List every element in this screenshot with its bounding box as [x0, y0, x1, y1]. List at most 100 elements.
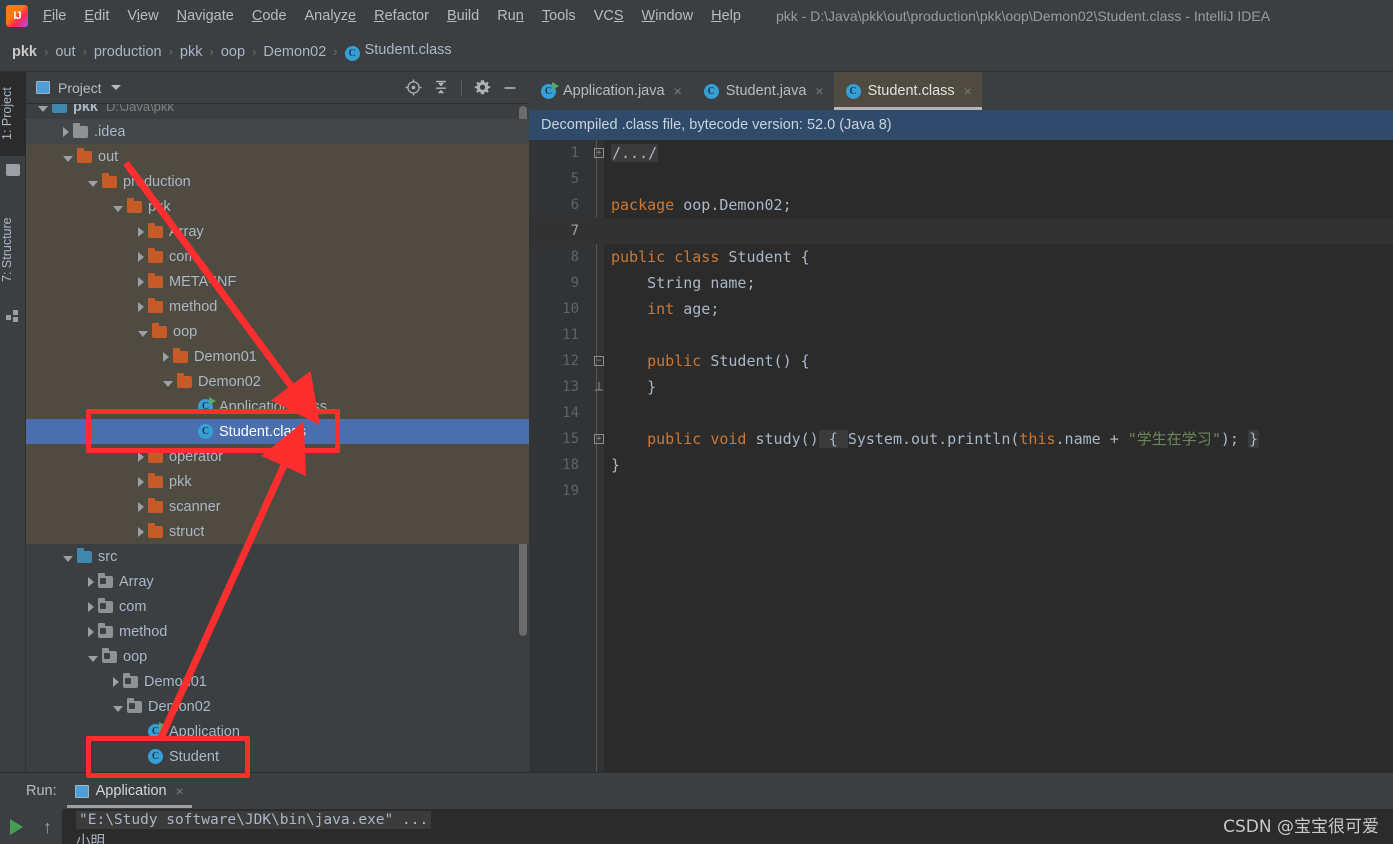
folded-code-region[interactable]: } — [1247, 430, 1259, 448]
chevron-right-icon[interactable] — [138, 301, 144, 312]
chevron-down-icon[interactable] — [88, 180, 98, 187]
chevron-right-icon[interactable] — [138, 451, 144, 462]
chevron-down-icon[interactable] — [163, 380, 173, 387]
locate-icon[interactable] — [400, 76, 426, 100]
close-icon[interactable]: × — [815, 83, 823, 99]
fold-expand-icon[interactable]: + — [594, 434, 604, 444]
scroll-up-icon[interactable]: ↑ — [43, 817, 52, 838]
code-line[interactable]: 5 — [529, 166, 1393, 192]
menu-item-navigate[interactable]: Navigate — [168, 5, 243, 27]
folded-code-region[interactable]: /.../ — [611, 144, 659, 162]
run-tab-application[interactable]: Application × — [66, 774, 192, 808]
tree-row[interactable]: META-INF — [26, 269, 529, 294]
chevron-down-icon[interactable] — [63, 555, 73, 562]
tree-row[interactable]: method — [26, 619, 529, 644]
console-output[interactable]: "E:\Study software\JDK\bin\java.exe" ...… — [62, 809, 1393, 844]
chevron-right-icon[interactable] — [138, 276, 144, 287]
code-line[interactable]: 1 + /.../ — [529, 140, 1393, 166]
code-line[interactable]: 7 — [529, 218, 1393, 244]
close-icon[interactable]: × — [176, 783, 184, 799]
tree-row[interactable]: com — [26, 244, 529, 269]
tree-row[interactable]: Demon02 — [26, 694, 529, 719]
breadcrumb-item-studentclass[interactable]: C Student.class — [344, 42, 452, 61]
tree-row[interactable]: struct — [26, 519, 529, 544]
menu-item-tools[interactable]: Tools — [533, 5, 585, 27]
tree-row[interactable]: oop — [26, 644, 529, 669]
tree-row[interactable]: .idea — [26, 119, 529, 144]
chevron-down-icon[interactable] — [113, 705, 123, 712]
folded-code-region[interactable]: { — [818, 430, 848, 448]
minimize-icon[interactable] — [497, 76, 523, 100]
chevron-right-icon[interactable] — [138, 501, 144, 512]
code-line[interactable]: 13 } — [529, 374, 1393, 400]
sidebar-item-project[interactable]: 1: Project — [0, 72, 26, 156]
menu-item-code[interactable]: Code — [243, 5, 296, 27]
chevron-down-icon[interactable] — [110, 85, 121, 90]
tree-row[interactable]: src — [26, 544, 529, 569]
tree-row[interactable]: Demon02 — [26, 369, 529, 394]
chevron-right-icon[interactable] — [113, 676, 119, 687]
structure-dots-icon[interactable] — [6, 310, 20, 322]
close-icon[interactable]: × — [964, 83, 972, 99]
menu-item-analyze[interactable]: Analyze — [296, 5, 366, 27]
code-line[interactable]: 18} — [529, 452, 1393, 478]
menu-item-edit[interactable]: Edit — [75, 5, 118, 27]
fold-expand-icon[interactable]: + — [594, 148, 604, 158]
menu-item-build[interactable]: Build — [438, 5, 488, 27]
breadcrumb-item-demon02[interactable]: Demon02 — [263, 44, 326, 60]
folder-icon[interactable] — [6, 164, 20, 176]
chevron-right-icon[interactable] — [138, 526, 144, 537]
tree-row[interactable]: pkk — [26, 469, 529, 494]
tree-row[interactable]: scanner — [26, 494, 529, 519]
chevron-down-icon[interactable] — [38, 105, 48, 112]
code-line[interactable]: 15 + public void study() { System.out.pri… — [529, 426, 1393, 452]
code-lines[interactable]: 1 + /.../ 5 6 package oop.Demon02; 7 8 public cl… — [529, 140, 1393, 504]
tree-row[interactable]: Array — [26, 219, 529, 244]
code-line[interactable]: 12 − public Student() { — [529, 348, 1393, 374]
breadcrumb-item-out[interactable]: out — [55, 44, 75, 60]
tree-row[interactable]: pkk — [26, 194, 529, 219]
chevron-right-icon[interactable] — [88, 601, 94, 612]
menu-item-run[interactable]: Run — [488, 5, 533, 27]
editor-tab-applicationjava[interactable]: C Application.java × — [529, 72, 692, 110]
tree-row[interactable]: oop — [26, 319, 529, 344]
editor-tab-studentjava[interactable]: C Student.java × — [691, 72, 834, 110]
code-viewport[interactable]: 1 + /.../ 5 6 package oop.Demon02; 7 8 public cl… — [529, 140, 1393, 772]
close-icon[interactable]: × — [674, 83, 682, 99]
chevron-down-icon[interactable] — [63, 155, 73, 162]
tree-row[interactable]: pkk D:\Java\pkk — [26, 104, 529, 119]
breadcrumb-item-oop[interactable]: oop — [221, 44, 245, 60]
chevron-right-icon[interactable] — [138, 476, 144, 487]
fold-collapse-icon[interactable]: − — [594, 356, 604, 366]
menu-item-window[interactable]: Window — [633, 5, 703, 27]
tree-row[interactable]: com — [26, 594, 529, 619]
editor-tab-studentclass[interactable]: C Student.class × — [833, 72, 983, 110]
run-button[interactable] — [10, 819, 23, 835]
code-line[interactable]: 19 — [529, 478, 1393, 504]
tree-row[interactable]: method — [26, 294, 529, 319]
chevron-right-icon[interactable] — [63, 126, 69, 137]
chevron-down-icon[interactable] — [113, 205, 123, 212]
tree-row[interactable]: Array — [26, 569, 529, 594]
chevron-right-icon[interactable] — [163, 351, 169, 362]
code-line[interactable]: 14 — [529, 400, 1393, 426]
menu-item-help[interactable]: Help — [702, 5, 750, 27]
chevron-right-icon[interactable] — [138, 251, 144, 262]
collapse-all-icon[interactable] — [428, 76, 454, 100]
tree-row[interactable]: out — [26, 144, 529, 169]
fold-end-icon[interactable] — [594, 382, 604, 392]
chevron-down-icon[interactable] — [88, 655, 98, 662]
chevron-right-icon[interactable] — [138, 226, 144, 237]
tree-row[interactable]: Demon01 — [26, 669, 529, 694]
chevron-down-icon[interactable] — [138, 330, 148, 337]
code-line[interactable]: 9 String name; — [529, 270, 1393, 296]
sidebar-item-structure[interactable]: 7: Structure — [0, 200, 26, 300]
code-line[interactable]: 6 package oop.Demon02; — [529, 192, 1393, 218]
menu-item-refactor[interactable]: Refactor — [365, 5, 438, 27]
code-line[interactable]: 11 — [529, 322, 1393, 348]
breadcrumb-item-pkk[interactable]: pkk — [180, 44, 203, 60]
breadcrumb-item-production[interactable]: production — [94, 44, 162, 60]
code-line[interactable]: 8 public class Student { — [529, 244, 1393, 270]
chevron-right-icon[interactable] — [88, 626, 94, 637]
chevron-right-icon[interactable] — [88, 576, 94, 587]
